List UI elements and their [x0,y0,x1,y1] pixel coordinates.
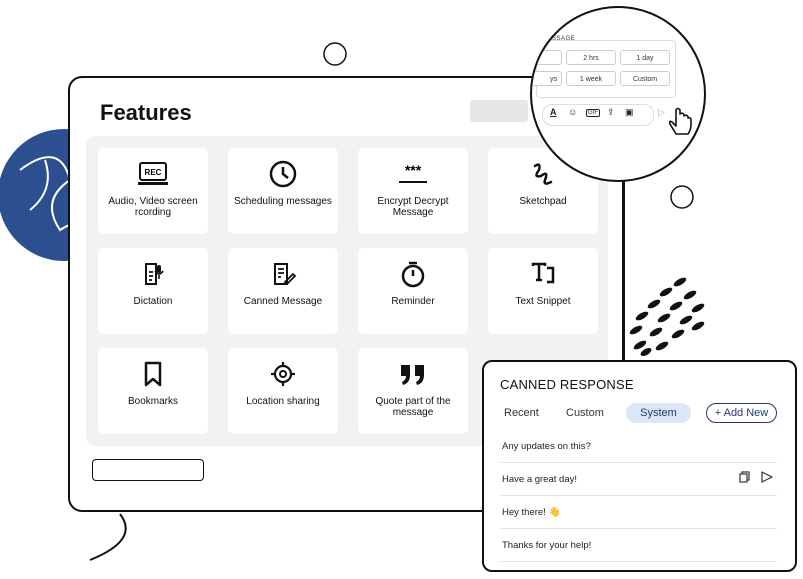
clock-icon [269,160,297,188]
feature-label: Audio, Video screen rcording [108,196,198,218]
location-target-icon [269,360,297,388]
gif-icon[interactable]: GIF [586,109,600,117]
feature-card-quote[interactable]: Quote part of the message [358,348,468,434]
feature-card-text-snippet[interactable]: Text Snippet [488,248,598,334]
tab-system[interactable]: System [626,403,691,423]
header-placeholder-button[interactable] [470,100,528,122]
feature-label: Quote part of the message [375,396,451,418]
feature-card-dictation[interactable]: Dictation [98,248,208,334]
feature-label: Dictation [133,296,173,307]
response-row[interactable]: Hey there! 👋 [500,496,777,529]
small-circle-decoration [670,185,694,209]
canned-response-panel: CANNED RESPONSE Recent Custom System + A… [482,360,797,572]
feature-label: Bookmarks [127,396,178,407]
canned-response-title: CANNED RESPONSE [500,377,634,392]
stopwatch-icon [399,260,427,288]
schedule-option-button[interactable]: ys [532,71,562,86]
svg-text:***: *** [405,162,422,178]
features-title: Features [100,100,192,125]
schedule-option-button[interactable]: 1 day [620,50,670,65]
feature-card-scheduling[interactable]: Scheduling messages [228,148,338,234]
video-icon[interactable]: ▣ [625,107,634,118]
rec-monitor-icon: REC [137,160,169,188]
schedule-option-button[interactable]: 2 hrs [566,50,616,65]
leaf-pattern-decoration [629,277,705,356]
response-text: Hey there! 👋 [502,507,561,518]
feature-label: Sketchpad [519,196,567,207]
schedule-option-button[interactable]: 1 week [566,71,616,86]
svg-text:REC: REC [145,168,162,177]
quote-icon [398,360,428,388]
response-row[interactable]: Any updates on this? [500,430,777,463]
schedule-options-panel [536,40,676,98]
feature-card-location[interactable]: Location sharing [228,348,338,434]
add-new-button[interactable]: + Add New [706,403,777,423]
response-text: Any updates on this? [502,441,591,452]
pointer-hand-icon [668,107,692,135]
emoji-icon[interactable]: ☺ [568,107,577,117]
small-circle-decoration [323,42,347,66]
text-format-icon[interactable]: A [550,107,557,117]
feature-label: Scheduling messages [234,196,332,207]
tab-recent[interactable]: Recent [504,407,539,419]
canned-message-icon [269,260,297,288]
feature-card-bookmarks[interactable]: Bookmarks [98,348,208,434]
response-row[interactable]: Have a great day! [500,463,777,496]
feature-card-recording[interactable]: REC Audio, Video screen rcording [98,148,208,234]
schedule-zoom-magnifier: MESSAGE 2 hrs 1 day ys 1 week Custom A ☺… [530,6,706,182]
feature-card-canned-message[interactable]: Canned Message [228,248,338,334]
feature-card-encrypt[interactable]: *** Encrypt Decrypt Message [358,148,468,234]
dictation-icon [139,260,167,288]
schedule-option-button[interactable]: Custom [620,71,670,86]
tab-custom[interactable]: Custom [566,407,604,419]
copy-icon[interactable] [739,471,751,483]
asterisks-icon: *** [397,160,429,188]
response-row[interactable]: Thanks for your help! [500,529,777,562]
feature-label: Reminder [391,296,435,307]
feature-label: Encrypt Decrypt Message [377,196,449,218]
response-text: Have a great day! [502,474,577,485]
text-snippet-icon [529,260,557,288]
schedule-option-button[interactable] [532,50,562,65]
feature-label: Canned Message [243,296,323,307]
schedule-header: MESSAGE [542,36,576,42]
feature-label: Text Snippet [515,296,571,307]
feature-label: Location sharing [246,396,320,407]
feature-card-reminder[interactable]: Reminder [358,248,468,334]
bottom-input-field[interactable] [92,459,204,481]
response-text: Thanks for your help! [502,540,592,551]
upload-icon[interactable]: ⇪ [607,107,615,118]
send-icon[interactable] [761,471,773,483]
bookmark-icon [139,360,167,388]
send-icon[interactable]: ▷ [658,107,665,118]
